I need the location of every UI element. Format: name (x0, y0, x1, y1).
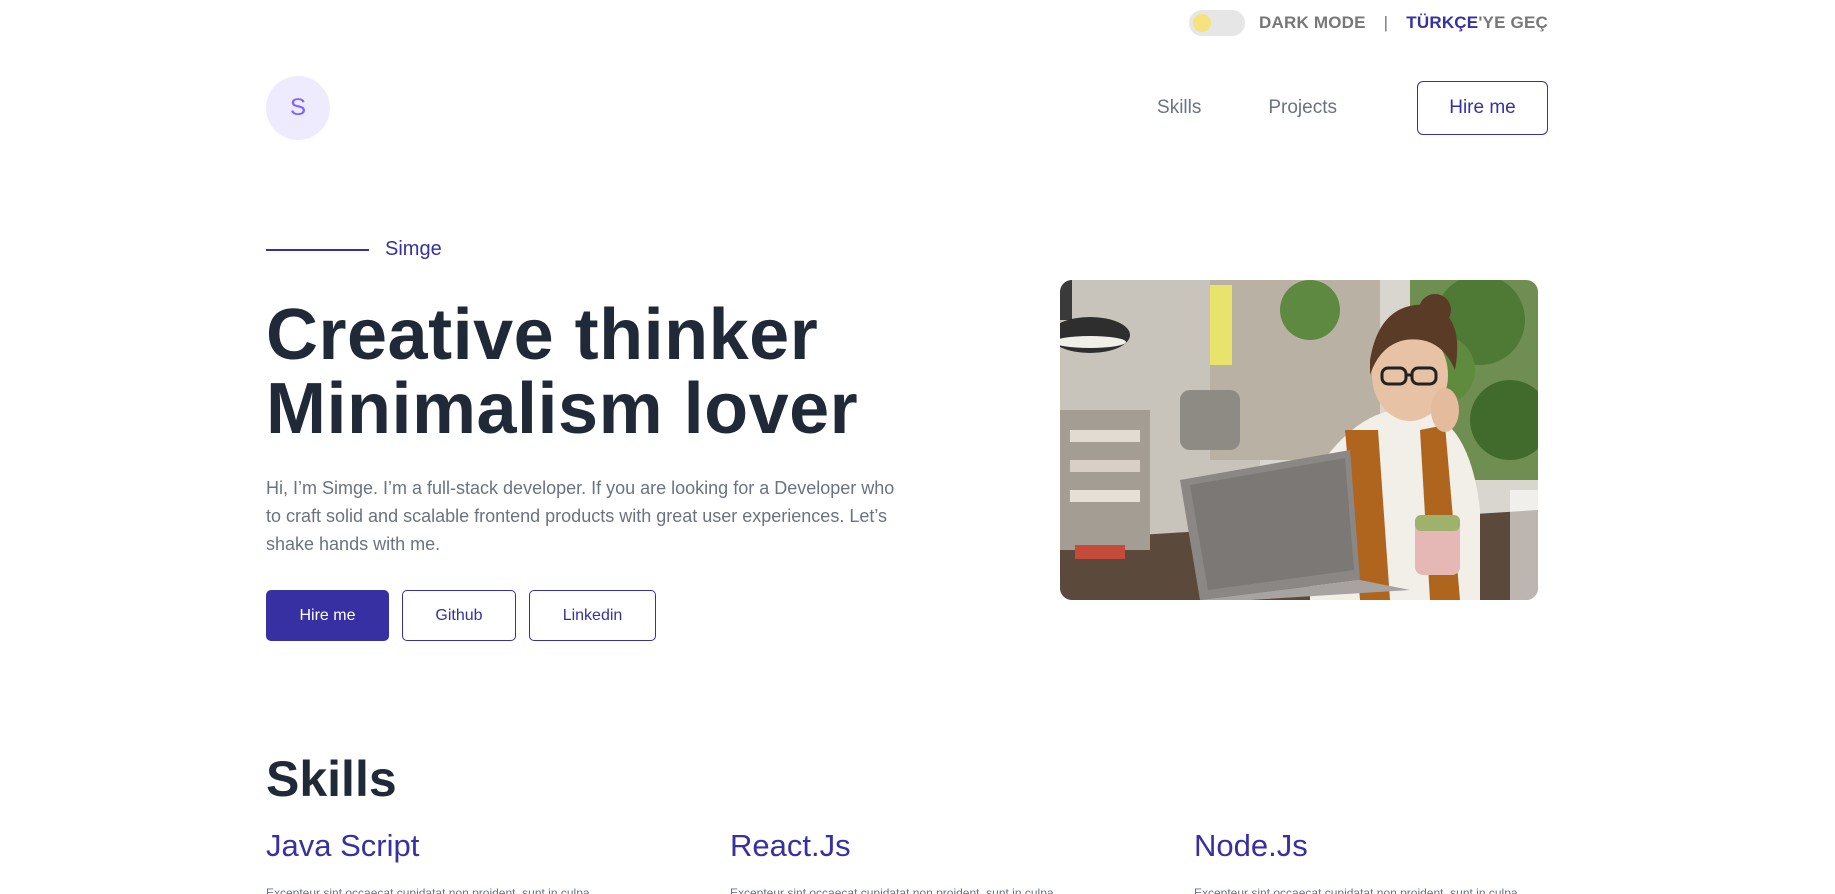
logo-avatar[interactable]: S (266, 76, 330, 140)
toggle-knob (1193, 14, 1212, 32)
skill-javascript: Java Script Excepteur sint occaecat cupi… (266, 828, 611, 894)
separator: | (1383, 13, 1389, 32)
portfolio-page: DARK MODE | TÜRKÇE'YE GEÇ S Skills Proje… (0, 0, 1835, 894)
header-hire-button[interactable]: Hire me (1417, 81, 1548, 135)
headline-line-2: Minimalism lover (266, 369, 859, 449)
linkedin-button[interactable]: Linkedin (529, 590, 656, 641)
dark-mode-label: DARK MODE (1259, 13, 1366, 32)
skill-name: React.Js (730, 828, 851, 863)
language-name: TÜRKÇE (1406, 13, 1479, 32)
top-bar: DARK MODE | TÜRKÇE'YE GEÇ (1189, 10, 1548, 36)
main-nav: Skills Projects Hire me (1157, 81, 1548, 135)
hero-photo (1060, 280, 1538, 600)
eyebrow-name: Simge (385, 238, 442, 260)
hero-intro: Hi, I’m Simge. I’m a full-stack develope… (266, 478, 895, 554)
logo-letter: S (289, 94, 306, 121)
developer-photo-image (1060, 280, 1538, 600)
nav-link-projects[interactable]: Projects (1268, 97, 1337, 119)
skill-nodejs: Node.Js Excepteur sint occaecat cupidata… (1194, 828, 1539, 894)
language-suffix: 'YE GEÇ (1478, 13, 1548, 32)
dark-mode-toggle[interactable] (1189, 10, 1246, 36)
skill-description: Excepteur sint occaecat cupidatat non pr… (1194, 886, 1518, 894)
hero-hire-button[interactable]: Hire me (266, 590, 389, 641)
skill-name: Node.Js (1194, 828, 1308, 863)
nav-link-skills[interactable]: Skills (1157, 97, 1201, 119)
eyebrow-line (266, 248, 369, 251)
skill-description: Excepteur sint occaecat cupidatat non pr… (266, 886, 590, 894)
headline-line-1: Creative thinker (266, 295, 819, 375)
hero-headline: Creative thinker Minimalism lover (266, 298, 858, 446)
github-button[interactable]: Github (402, 590, 516, 641)
skill-reactjs: React.Js Excepteur sint occaecat cupidat… (730, 828, 1075, 894)
skill-name: Java Script (266, 828, 420, 863)
hero-eyebrow: Simge (266, 238, 442, 261)
language-switch-link[interactable]: TÜRKÇE'YE GEÇ (1406, 13, 1548, 33)
skill-description: Excepteur sint occaecat cupidatat non pr… (730, 886, 1054, 894)
skills-title: Skills (266, 751, 397, 807)
hero-cta-row: Hire me Github Linkedin (266, 590, 656, 641)
